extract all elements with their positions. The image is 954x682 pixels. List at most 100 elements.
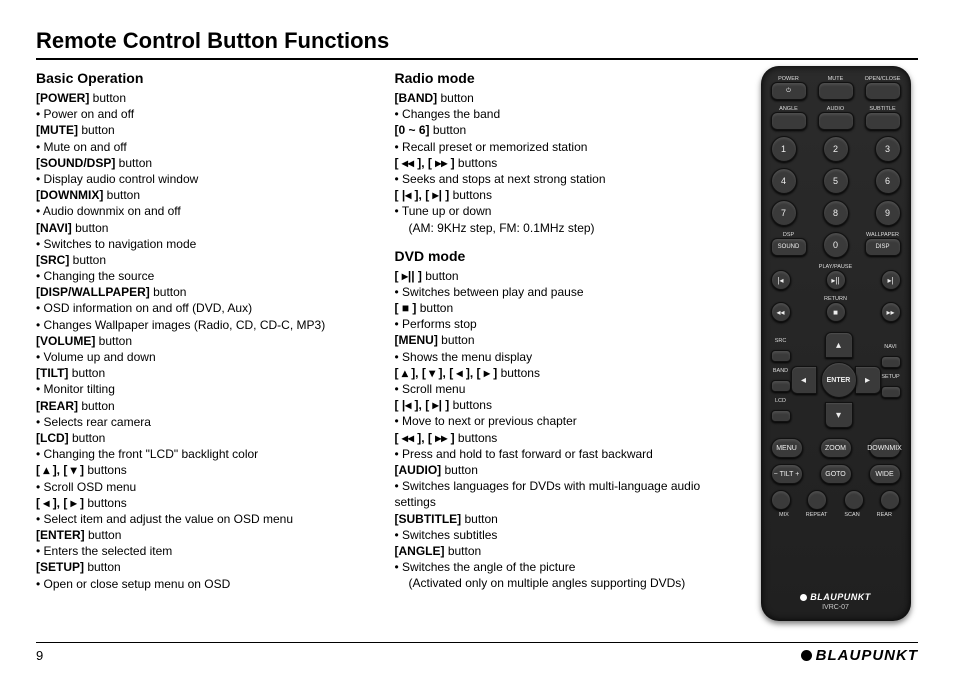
remote-btn-sound: SOUND bbox=[771, 238, 807, 256]
remote-btn-goto: GOTO bbox=[820, 464, 852, 484]
remote-btn-repeat bbox=[807, 490, 827, 510]
button-description: • Audio downmix on and off bbox=[36, 203, 371, 219]
button-label-line: [SUBTITLE] button bbox=[395, 511, 730, 527]
button-label-line: [LCD] button bbox=[36, 430, 371, 446]
remote-dpad-left: ◂ bbox=[791, 366, 817, 394]
remote-num-8: 8 bbox=[823, 200, 849, 226]
remote-btn-zoom: ZOOM bbox=[820, 438, 852, 458]
button-label-line: [ ◂ ], [ ▸ ] buttons bbox=[36, 495, 371, 511]
button-label-line: [ ▴ ], [ ▾ ] buttons bbox=[36, 462, 371, 478]
remote-btn-open bbox=[865, 82, 901, 100]
remote-num-4: 4 bbox=[771, 168, 797, 194]
remote-btn-setup bbox=[881, 386, 901, 398]
remote-dpad-up: ▴ bbox=[825, 332, 853, 358]
button-label-line: [ ▴ ], [ ▾ ], [ ◂ ], [ ▸ ] buttons bbox=[395, 365, 730, 381]
button-label-line: [MENU] button bbox=[395, 332, 730, 348]
brand-logo: BLAUPUNKT bbox=[801, 647, 918, 664]
button-description: • Select item and adjust the value on OS… bbox=[36, 511, 371, 527]
remote-label-setup: SETUP bbox=[881, 374, 901, 380]
button-label-line: [ANGLE] button bbox=[395, 543, 730, 559]
button-label-line: [TILT] button bbox=[36, 365, 371, 381]
page-number: 9 bbox=[36, 648, 43, 663]
button-label-line: [NAVI] button bbox=[36, 220, 371, 236]
remote-label-wallpaper: WALLPAPER bbox=[865, 232, 901, 238]
button-label-line: [DOWNMIX] button bbox=[36, 187, 371, 203]
remote-label-repeat: REPEAT bbox=[806, 512, 828, 518]
button-description: • Scroll OSD menu bbox=[36, 479, 371, 495]
button-description: • Open or close setup menu on OSD bbox=[36, 576, 371, 592]
section-title-radio: Radio mode bbox=[395, 70, 730, 86]
button-subnote: (AM: 9KHz step, FM: 0.1MHz step) bbox=[395, 220, 730, 236]
remote-num-9: 9 bbox=[875, 200, 901, 226]
button-description: • Enters the selected item bbox=[36, 543, 371, 559]
button-description: • Switches subtitles bbox=[395, 527, 730, 543]
remote-dpad: ▴ ▾ ◂ ▸ ENTER bbox=[791, 332, 881, 428]
remote-btn-lcd bbox=[771, 410, 791, 422]
column-modes: Radio mode [BAND] button• Changes the ba… bbox=[395, 66, 730, 621]
remote-dpad-enter: ENTER bbox=[821, 362, 857, 398]
remote-btn-wide: WIDE bbox=[869, 464, 901, 484]
button-description: • Power on and off bbox=[36, 106, 371, 122]
button-label-line: [SOUND/DSP] button bbox=[36, 155, 371, 171]
remote-btn-mute bbox=[818, 82, 854, 100]
remote-column: POWER⏻ MUTE OPEN/CLOSE ANGLE AUDIO SUBTI… bbox=[753, 66, 918, 621]
button-description: • Display audio control window bbox=[36, 171, 371, 187]
button-label-line: [ENTER] button bbox=[36, 527, 371, 543]
button-description: • Tune up or down bbox=[395, 203, 730, 219]
column-basic: Basic Operation [POWER] button• Power on… bbox=[36, 66, 371, 621]
remote-btn-audio bbox=[818, 112, 854, 130]
remote-btn-band bbox=[771, 380, 791, 392]
button-description: • Move to next or previous chapter bbox=[395, 413, 730, 429]
button-description: • Changes Wallpaper images (Radio, CD, C… bbox=[36, 317, 371, 333]
content-columns: Basic Operation [POWER] button• Power on… bbox=[36, 66, 918, 621]
button-label-line: [0 ~ 6] button bbox=[395, 122, 730, 138]
remote-btn-power: ⏻ bbox=[771, 82, 807, 100]
button-label-line: [MUTE] button bbox=[36, 122, 371, 138]
button-description: • Recall preset or memorized station bbox=[395, 139, 730, 155]
button-description: • Press and hold to fast forward or fast… bbox=[395, 446, 730, 462]
remote-dpad-down: ▾ bbox=[825, 402, 853, 428]
button-label-line: [ ◂◂ ], [ ▸▸ ] buttons bbox=[395, 430, 730, 446]
remote-label-mix: MIX bbox=[779, 512, 789, 518]
remote-label-lcd: LCD bbox=[771, 398, 791, 404]
remote-label-scan: SCAN bbox=[844, 512, 859, 518]
remote-btn-navi bbox=[881, 356, 901, 368]
button-label-line: [ ▸|| ] button bbox=[395, 268, 730, 284]
button-label-line: [SRC] button bbox=[36, 252, 371, 268]
button-label-line: [ |◂ ], [ ▸| ] buttons bbox=[395, 397, 730, 413]
button-label-line: [ ◂◂ ], [ ▸▸ ] buttons bbox=[395, 155, 730, 171]
button-label-line: [SETUP] button bbox=[36, 559, 371, 575]
remote-btn-next: ▸| bbox=[881, 270, 901, 290]
remote-brand: BLAUPUNKT bbox=[800, 592, 871, 602]
remote-btn-subtitle bbox=[865, 112, 901, 130]
remote-num-3: 3 bbox=[875, 136, 901, 162]
button-description: • Switches to navigation mode bbox=[36, 236, 371, 252]
remote-label-open: OPEN/CLOSE bbox=[865, 76, 901, 82]
button-label-line: [VOLUME] button bbox=[36, 333, 371, 349]
button-description: • Shows the menu display bbox=[395, 349, 730, 365]
button-label-line: [REAR] button bbox=[36, 398, 371, 414]
remote-btn-rew: ◂◂ bbox=[771, 302, 791, 322]
button-description: • Volume up and down bbox=[36, 349, 371, 365]
remote-num-7: 7 bbox=[771, 200, 797, 226]
remote-btn-downmix: DOWNMIX bbox=[869, 438, 901, 458]
remote-label-subtitle: SUBTITLE bbox=[865, 106, 901, 112]
button-description: • OSD information on and off (DVD, Aux) bbox=[36, 300, 371, 316]
button-label-line: [ |◂ ], [ ▸| ] buttons bbox=[395, 187, 730, 203]
remote-btn-tilt: − TILT + bbox=[771, 464, 803, 484]
button-label-line: [POWER] button bbox=[36, 90, 371, 106]
button-label-line: [AUDIO] button bbox=[395, 462, 730, 478]
remote-btn-playpause: ▸|| bbox=[826, 270, 846, 290]
button-description: • Selects rear camera bbox=[36, 414, 371, 430]
remote-label-band: BAND bbox=[771, 368, 791, 374]
remote-btn-rear bbox=[880, 490, 900, 510]
remote-btn-ff: ▸▸ bbox=[881, 302, 901, 322]
remote-dpad-right: ▸ bbox=[855, 366, 881, 394]
button-description: • Monitor tilting bbox=[36, 381, 371, 397]
remote-num-6: 6 bbox=[875, 168, 901, 194]
button-label-line: [DISP/WALLPAPER] button bbox=[36, 284, 371, 300]
remote-btn-angle bbox=[771, 112, 807, 130]
remote-num-0: 0 bbox=[823, 232, 849, 258]
button-description: • Changes the band bbox=[395, 106, 730, 122]
section-title-basic: Basic Operation bbox=[36, 70, 371, 86]
